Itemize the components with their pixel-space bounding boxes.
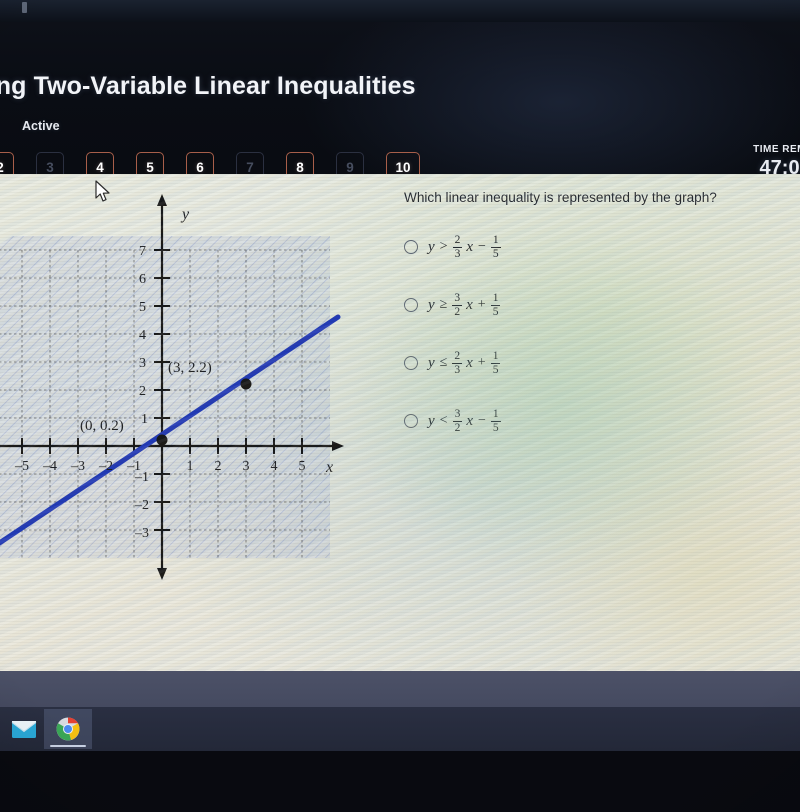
svg-text:3: 3 <box>139 356 146 371</box>
svg-text:4: 4 <box>271 459 278 474</box>
y-axis-label: y <box>180 206 190 223</box>
option-2-intercept-fraction: 1 5 <box>490 292 501 318</box>
option-2-variable: y <box>428 296 435 313</box>
option-4-sign: − <box>478 413 486 428</box>
point-on-line <box>240 378 252 390</box>
option-2-slope-fraction: 3 2 <box>452 292 463 318</box>
point-label-0-0-2: (0, 0.2) <box>80 418 124 434</box>
point-label-3-2-2: (3, 2.2) <box>168 360 212 376</box>
question-panel: Which linear inequality is represented b… <box>404 190 800 437</box>
svg-text:6: 6 <box>139 272 146 287</box>
svg-text:–3: –3 <box>70 459 85 474</box>
option-1-expression: y > 2 3 x − 1 5 <box>428 234 501 260</box>
question-pill-5[interactable]: 5 <box>136 152 164 174</box>
os-taskbar-upper <box>0 671 800 707</box>
radio-button-1[interactable] <box>404 240 418 254</box>
y-axis-arrow <box>157 194 167 206</box>
option-1-variable: y <box>428 238 435 255</box>
question-content-area: 7 6 5 4 3 2 1 –1 –2 –3 –5 –4 –3 –2 –1 1 <box>0 174 800 671</box>
answer-option-3[interactable]: y ≤ 2 3 x + 1 5 <box>404 347 800 379</box>
top-artifact-glyph <box>22 2 27 13</box>
option-4-intercept-fraction: 1 5 <box>490 408 501 434</box>
option-3-x: x <box>466 354 473 371</box>
option-4-expression: y < 3 2 x − 1 5 <box>428 408 501 434</box>
radio-button-3[interactable] <box>404 356 418 370</box>
option-1-intercept-fraction: 1 5 <box>490 234 501 260</box>
browser-top-sliver <box>0 0 800 24</box>
question-pill-3[interactable]: 3 <box>36 152 64 174</box>
option-4-relation: < <box>439 413 448 428</box>
status-badge: Active <box>22 119 60 133</box>
radio-button-2[interactable] <box>404 298 418 312</box>
option-3-intercept-fraction: 1 5 <box>490 350 501 376</box>
question-pill-4[interactable]: 4 <box>86 152 114 174</box>
option-1-sign: − <box>478 239 486 254</box>
svg-text:7: 7 <box>139 244 146 259</box>
answer-option-4[interactable]: y < 3 2 x − 1 5 <box>404 405 800 437</box>
answer-option-2[interactable]: y ≥ 3 2 x + 1 5 <box>404 289 800 321</box>
x-axis-label: x <box>325 459 333 476</box>
option-2-relation: ≥ <box>439 297 448 312</box>
svg-text:–4: –4 <box>42 459 57 474</box>
question-pill-10[interactable]: 10 <box>386 152 420 174</box>
answer-option-1[interactable]: y > 2 3 x − 1 5 <box>404 231 800 263</box>
question-number-nav[interactable]: 2 3 4 5 6 7 8 9 10 <box>0 152 420 174</box>
radio-button-4[interactable] <box>404 414 418 428</box>
y-axis-arrow-down <box>157 568 167 580</box>
option-3-variable: y <box>428 354 435 371</box>
question-prompt: Which linear inequality is represented b… <box>404 190 717 205</box>
question-pill-6[interactable]: 6 <box>186 152 214 174</box>
option-2-x: x <box>466 296 473 313</box>
point-y-intercept <box>156 434 168 446</box>
question-pill-2[interactable]: 2 <box>0 152 14 174</box>
option-1-x: x <box>466 238 473 255</box>
option-4-slope-fraction: 3 2 <box>452 408 463 434</box>
svg-text:5: 5 <box>299 459 306 474</box>
option-2-sign: + <box>477 297 486 312</box>
svg-text:4: 4 <box>139 328 146 343</box>
svg-text:–5: –5 <box>14 459 29 474</box>
photographed-screen: phing Two-Variable Linear Inequalities A… <box>0 0 800 812</box>
os-taskbar <box>0 707 800 751</box>
svg-text:1: 1 <box>187 459 194 474</box>
option-2-expression: y ≥ 3 2 x + 1 5 <box>428 292 501 318</box>
svg-text:–2: –2 <box>134 498 149 513</box>
svg-text:–1: –1 <box>126 459 141 474</box>
inequality-graph: 7 6 5 4 3 2 1 –1 –2 –3 –5 –4 –3 –2 –1 1 <box>0 184 346 584</box>
svg-text:3: 3 <box>243 459 250 474</box>
option-1-slope-fraction: 2 3 <box>452 234 463 260</box>
option-3-expression: y ≤ 2 3 x + 1 5 <box>428 350 501 376</box>
time-remaining: TIME REM 47:0 <box>753 144 800 174</box>
svg-text:5: 5 <box>139 300 146 315</box>
option-4-x: x <box>466 412 473 429</box>
question-pill-9[interactable]: 9 <box>336 152 364 174</box>
chrome-icon[interactable] <box>44 709 92 749</box>
option-3-relation: ≤ <box>439 355 448 370</box>
mail-icon[interactable] <box>0 709 48 749</box>
option-4-variable: y <box>428 412 435 429</box>
svg-text:1: 1 <box>141 412 148 427</box>
page-title: phing Two-Variable Linear Inequalities <box>0 72 416 100</box>
question-pill-8[interactable]: 8 <box>286 152 314 174</box>
option-3-slope-fraction: 2 3 <box>452 350 463 376</box>
svg-text:2: 2 <box>139 384 146 399</box>
option-1-relation: > <box>439 239 448 254</box>
svg-text:–3: –3 <box>134 526 149 541</box>
time-remaining-value: 47:0 <box>759 157 800 174</box>
time-remaining-label: TIME REM <box>753 144 800 155</box>
x-axis-arrow <box>332 441 344 451</box>
quiz-header: phing Two-Variable Linear Inequalities A… <box>0 22 800 174</box>
option-3-sign: + <box>477 355 486 370</box>
graph-svg: 7 6 5 4 3 2 1 –1 –2 –3 –5 –4 –3 –2 –1 1 <box>0 194 344 580</box>
question-pill-7[interactable]: 7 <box>236 152 264 174</box>
svg-text:–2: –2 <box>98 459 113 474</box>
svg-text:2: 2 <box>215 459 222 474</box>
